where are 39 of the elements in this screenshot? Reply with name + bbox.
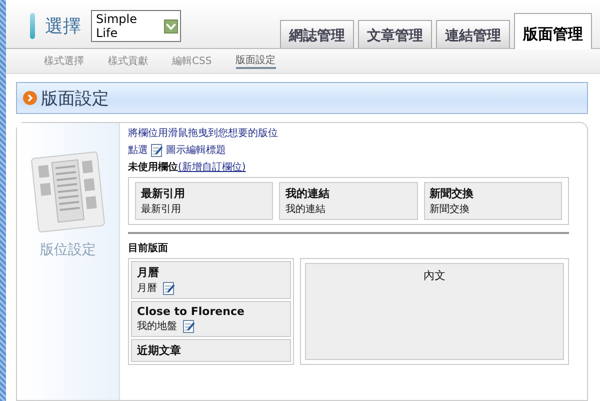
widget-card[interactable]: 月曆 月曆 — [131, 261, 291, 299]
widget-title: 月曆 — [137, 265, 160, 280]
widget-card[interactable]: 新聞交換 新聞交換 — [424, 182, 562, 220]
section-label: 未使用欄位 — [128, 160, 178, 174]
dropdown-caret-icon — [164, 18, 178, 34]
tab[interactable]: 連結管理 — [436, 20, 510, 48]
subnav-link[interactable]: 版面設定 — [236, 53, 276, 69]
widget-card[interactable]: 我的連結 我的連結 — [279, 182, 418, 220]
sidebar-label: 版位設定 — [40, 241, 96, 259]
hint-text: 點選 — [128, 144, 148, 157]
edit-icon — [151, 144, 163, 156]
widget-name: 新聞交換 — [430, 202, 471, 216]
blog-select[interactable]: Simple Life — [91, 10, 181, 42]
instruction-text: 將欄位用滑鼠拖曳到您想要的版位 — [128, 126, 279, 140]
widget-name: 我的地盤 — [137, 320, 177, 333]
pill-icon — [30, 13, 35, 39]
tab[interactable]: 文章管理 — [358, 20, 432, 48]
page-title: 版面設定 — [41, 88, 109, 110]
edit-icon[interactable] — [163, 282, 175, 294]
arrow-circle-icon — [23, 91, 37, 105]
edit-icon[interactable] — [183, 320, 195, 332]
hint-text: 圖示編輯標題 — [166, 144, 226, 157]
widget-title: 最新引用 — [141, 186, 186, 201]
widget-title: Close to Florence — [137, 305, 246, 318]
widget-title: 我的連結 — [285, 186, 330, 201]
section-label: 目前版面 — [128, 242, 168, 255]
tab[interactable]: 網誌管理 — [280, 20, 354, 48]
widget-card[interactable]: Close to Florence 我的地盤 — [131, 301, 291, 337]
widget-card[interactable]: 最新引用 最新引用 — [135, 182, 274, 220]
widget-title: 近期文章 — [137, 343, 182, 358]
widget-name: 最新引用 — [141, 202, 182, 216]
tab[interactable]: 版面管理 — [514, 13, 592, 49]
widget-card[interactable]: 近期文章 — [131, 339, 291, 362]
main-content-label: 內文 — [424, 268, 446, 283]
widget-title: 新聞交換 — [430, 186, 475, 201]
add-custom-field-link[interactable]: (新增自訂欄位) — [178, 160, 246, 174]
blog-select-label: 選擇 — [45, 15, 81, 38]
widget-name: 我的連結 — [285, 202, 326, 216]
widget-name: 月曆 — [137, 282, 157, 295]
